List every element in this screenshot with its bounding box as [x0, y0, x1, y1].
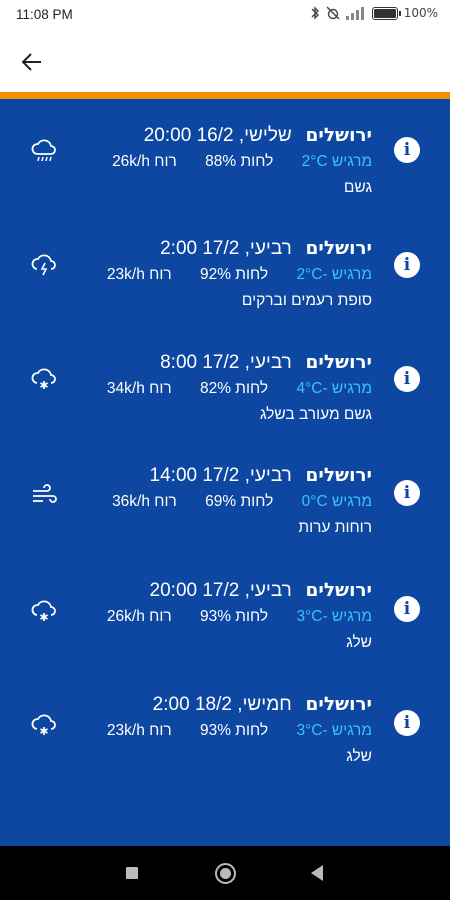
wind-icon	[28, 479, 60, 511]
status-time: 11:08 PM	[16, 7, 73, 22]
forecast-details: מרגיש 2°C לחות 88% רוח 26k/h	[112, 153, 372, 171]
home-button[interactable]	[215, 863, 236, 884]
city-name: ירושלים	[305, 694, 372, 715]
forecast-title: ירושלים רביעי, 17/2 2:00	[160, 238, 372, 260]
battery-level: 100%	[403, 6, 438, 20]
status-bar: 11:08 PM 100%	[0, 0, 450, 30]
forecast-row: i ירושלים רביעי, 17/2 14:00 מרגיש 0°C לח…	[0, 439, 450, 549]
wind-speed: רוח 26k/h	[112, 153, 177, 170]
sleet-icon: ✱	[28, 362, 60, 394]
accent-divider	[0, 92, 450, 99]
arrow-left-icon	[21, 53, 41, 71]
info-button[interactable]: i	[394, 596, 420, 622]
info-icon: i	[403, 482, 411, 503]
thunderstorm-icon	[28, 248, 60, 280]
bluetooth-icon	[311, 6, 319, 20]
forecast-details: מרגיש -4°C לחות 82% רוח 34k/h	[107, 380, 372, 398]
info-icon: i	[403, 139, 411, 160]
info-icon: i	[403, 712, 411, 733]
city-name: ירושלים	[305, 465, 372, 486]
info-button[interactable]: i	[394, 252, 420, 278]
forecast-title: ירושלים חמישי, 18/2 2:00	[153, 694, 372, 716]
rain-icon	[28, 135, 60, 167]
humidity: לחות 93%	[199, 722, 269, 739]
forecast-datetime: שלישי, 16/2 20:00	[143, 125, 292, 146]
battery-icon	[371, 6, 401, 20]
forecast-title: ירושלים רביעי, 17/2 20:00	[150, 580, 372, 602]
info-button[interactable]: i	[394, 137, 420, 163]
wind-speed: רוח 34k/h	[106, 380, 172, 397]
city-name: ירושלים	[305, 352, 372, 373]
forecast-datetime: חמישי, 18/2 2:00	[152, 694, 292, 715]
svg-text:✱: ✱	[39, 725, 48, 738]
info-icon: i	[403, 598, 411, 619]
svg-text:✱: ✱	[39, 379, 48, 392]
signal-icon	[345, 6, 364, 20]
info-button[interactable]: i	[394, 366, 420, 392]
status-icons: 100%	[310, 6, 438, 20]
info-button[interactable]: i	[394, 710, 420, 736]
forecast-details: מרגיש -3°C לחות 93% רוח 26k/h	[107, 608, 372, 626]
snow-icon: ✱	[28, 594, 60, 626]
info-icon: i	[403, 254, 411, 275]
feels-like: מרגיש -4°C	[296, 380, 372, 397]
forecast-row: ✱ i ירושלים חמישי, 18/2 2:00 מרגיש -3°C …	[0, 668, 450, 778]
city-name: ירושלים	[305, 125, 372, 146]
forecast-datetime: רביעי, 17/2 14:00	[149, 465, 292, 486]
system-back-button[interactable]	[311, 865, 323, 881]
weather-description: גשם	[343, 179, 372, 196]
recents-button[interactable]	[126, 867, 138, 879]
forecast-datetime: רביעי, 17/2 20:00	[149, 580, 292, 601]
forecast-details: מרגיש -2°C לחות 92% רוח 23k/h	[107, 266, 372, 284]
feels-like: מרגיש -3°C	[296, 608, 372, 625]
humidity: לחות 92%	[199, 266, 269, 283]
forecast-title: ירושלים שלישי, 16/2 20:00	[144, 125, 372, 147]
back-button[interactable]	[14, 44, 50, 80]
feels-like: מרגיש 0°C	[301, 493, 372, 510]
weather-description: גשם מעורב בשלג	[259, 406, 372, 423]
feels-like: מרגיש -2°C	[296, 266, 372, 283]
system-nav-bar	[0, 846, 450, 900]
forecast-title: ירושלים רביעי, 17/2 14:00	[150, 465, 372, 487]
info-icon: i	[403, 368, 411, 389]
city-name: ירושלים	[305, 238, 372, 259]
alarm-off-icon	[326, 6, 340, 20]
snow-icon: ✱	[28, 708, 60, 740]
feels-like: מרגיש 2°C	[301, 153, 372, 170]
wind-speed: רוח 23k/h	[106, 722, 172, 739]
humidity: לחות 82%	[199, 380, 269, 397]
weather-description: שלג	[346, 634, 372, 651]
forecast-details: מרגיש 0°C לחות 69% רוח 36k/h	[112, 493, 372, 511]
forecast-datetime: רביעי, 17/2 2:00	[160, 238, 292, 259]
humidity: לחות 88%	[205, 153, 274, 170]
humidity: לחות 69%	[205, 493, 274, 510]
wind-speed: רוח 26k/h	[106, 608, 172, 625]
feels-like: מרגיש -3°C	[296, 722, 372, 739]
svg-text:✱: ✱	[39, 611, 48, 624]
forecast-datetime: רביעי, 17/2 8:00	[160, 352, 292, 373]
weather-description: סופת רעמים וברקים	[241, 292, 372, 309]
forecast-row: i ירושלים שלישי, 16/2 20:00 מרגיש 2°C לח…	[0, 99, 450, 209]
forecast-row: ✱ i ירושלים רביעי, 17/2 8:00 מרגיש -4°C …	[0, 326, 450, 436]
forecast-title: ירושלים רביעי, 17/2 8:00	[160, 352, 372, 374]
weather-description: שלג	[346, 748, 372, 765]
wind-speed: רוח 23k/h	[106, 266, 172, 283]
city-name: ירושלים	[305, 580, 372, 601]
info-button[interactable]: i	[394, 480, 420, 506]
forecast-row: i ירושלים רביעי, 17/2 2:00 מרגיש -2°C לח…	[0, 212, 450, 322]
weather-description: רוחות ערות	[298, 519, 372, 536]
app-bar	[0, 30, 450, 92]
forecast-details: מרגיש -3°C לחות 93% רוח 23k/h	[107, 722, 372, 740]
wind-speed: רוח 36k/h	[112, 493, 177, 510]
humidity: לחות 93%	[199, 608, 269, 625]
forecast-row: ✱ i ירושלים רביעי, 17/2 20:00 מרגיש -3°C…	[0, 554, 450, 664]
